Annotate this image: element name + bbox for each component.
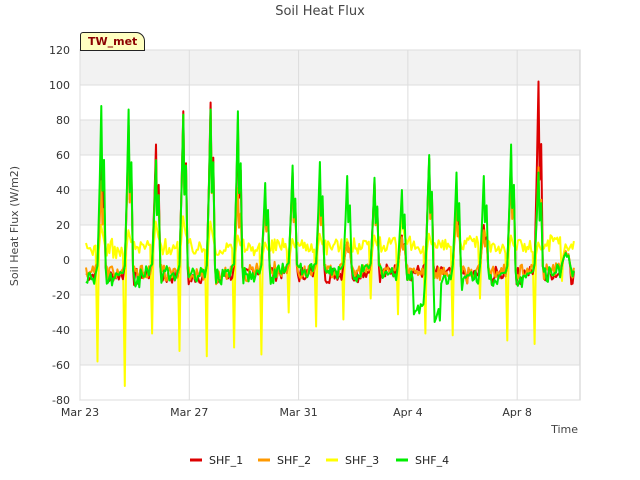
y-tick-label: 40 — [56, 184, 70, 197]
legend-label: SHF_3 — [345, 454, 379, 467]
x-tick-label: Mar 27 — [170, 406, 208, 419]
y-tick-label: 100 — [49, 79, 70, 92]
legend-item: SHF_3 — [326, 454, 379, 467]
x-tick-labels: Mar 23 Mar 27 Mar 31 Apr 4 Apr 8 — [61, 406, 532, 419]
legend-item: SHF_2 — [258, 454, 311, 467]
plot-band — [80, 50, 580, 85]
y-tick-label: -20 — [52, 289, 70, 302]
plot-band — [80, 365, 580, 400]
y-tick-label: 120 — [49, 44, 70, 57]
x-tick-label: Mar 31 — [279, 406, 317, 419]
y-tick-label: -60 — [52, 359, 70, 372]
x-tick-label: Apr 8 — [502, 406, 532, 419]
y-tick-labels: -80-60-40-20020406080100120 — [49, 44, 70, 407]
legend-label: SHF_4 — [415, 454, 449, 467]
legend-item: SHF_1 — [190, 454, 243, 467]
plot-band — [80, 85, 580, 120]
y-tick-label: 0 — [63, 254, 70, 267]
soil-heat-flux-chart: Soil Heat Flux -80-60-40-200204060801001… — [8, 4, 581, 467]
x-axis-label: Time — [550, 423, 578, 436]
legend-label: SHF_2 — [277, 454, 311, 467]
y-tick-label: 60 — [56, 149, 70, 162]
y-tick-label: -40 — [52, 324, 70, 337]
plot-band — [80, 295, 580, 330]
y-tick-label: 80 — [56, 114, 70, 127]
plot-band — [80, 330, 580, 365]
chart-title: Soil Heat Flux — [275, 4, 365, 19]
y-tick-label: 20 — [56, 219, 70, 232]
legend-item: SHF_4 — [396, 454, 449, 467]
x-tick-label: Mar 23 — [61, 406, 99, 419]
x-tick-label: Apr 4 — [393, 406, 423, 419]
station-tag: TW_met — [80, 32, 146, 51]
legend-label: SHF_1 — [209, 454, 243, 467]
y-axis-label: Soil Heat Flux (W/m2) — [8, 166, 21, 286]
legend: SHF_1 SHF_2 SHF_3 SHF_4 — [190, 454, 449, 467]
